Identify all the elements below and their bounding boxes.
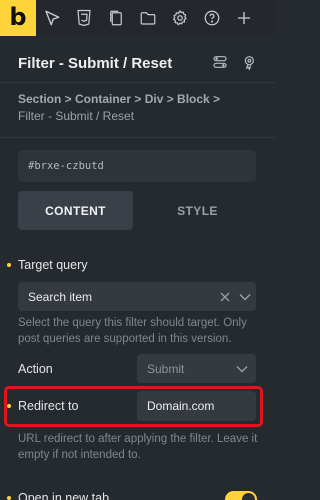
element-settings-icon[interactable] [241, 53, 259, 71]
redirect-to-label: Redirect to [18, 399, 79, 413]
target-query-value: Search item [28, 289, 93, 304]
folder-icon[interactable] [132, 0, 164, 36]
breadcrumb-current: Filter - Submit / Reset [18, 109, 135, 123]
breadcrumb: Section > Container > Div > Block > Filt… [18, 91, 258, 125]
clear-icon[interactable] [220, 292, 234, 302]
target-query-select[interactable]: Search item [18, 282, 256, 311]
redirect-to-input[interactable]: Domain.com [137, 391, 256, 421]
pages-icon[interactable] [100, 0, 132, 36]
chevron-down-icon [234, 293, 256, 301]
modified-indicator [7, 404, 11, 408]
target-query-label: Target query [18, 258, 88, 272]
plus-icon[interactable] [228, 0, 260, 36]
top-toolbar: b [0, 0, 275, 36]
chevron-down-icon [228, 365, 256, 373]
breadcrumb-path[interactable]: Section > Container > Div > Block > [18, 91, 258, 108]
open-in-new-tab-label: Open in new tab [18, 491, 110, 500]
tab-content[interactable]: CONTENT [18, 191, 133, 230]
gear-icon[interactable] [164, 0, 196, 36]
modified-indicator [7, 496, 11, 500]
tab-style[interactable]: STYLE [140, 191, 255, 230]
redirect-to-help: URL redirect to after applying the filte… [18, 433, 258, 461]
toggle-structure-icon[interactable] [211, 53, 229, 71]
action-select[interactable]: Submit [137, 354, 256, 383]
breadcrumb-divider [0, 137, 275, 138]
redirect-to-value: Domain.com [147, 399, 215, 413]
header-actions [211, 53, 259, 71]
css3-icon[interactable] [68, 0, 100, 36]
toggle-knob [242, 493, 255, 500]
logo-letter: b [9, 2, 27, 31]
panel-title: Filter - Submit / Reset [18, 55, 173, 72]
bricks-logo[interactable]: b [0, 0, 36, 36]
target-query-help: Select the query this filter should targ… [18, 317, 247, 345]
element-id-field[interactable]: #brxe-czbutd [18, 150, 256, 182]
cursor-icon[interactable] [36, 0, 68, 36]
action-value: Submit [147, 361, 185, 376]
header-divider [0, 82, 275, 83]
action-label: Action [18, 362, 53, 376]
help-icon[interactable] [196, 0, 228, 36]
modified-indicator [7, 263, 11, 267]
open-in-new-tab-toggle[interactable] [225, 491, 257, 500]
